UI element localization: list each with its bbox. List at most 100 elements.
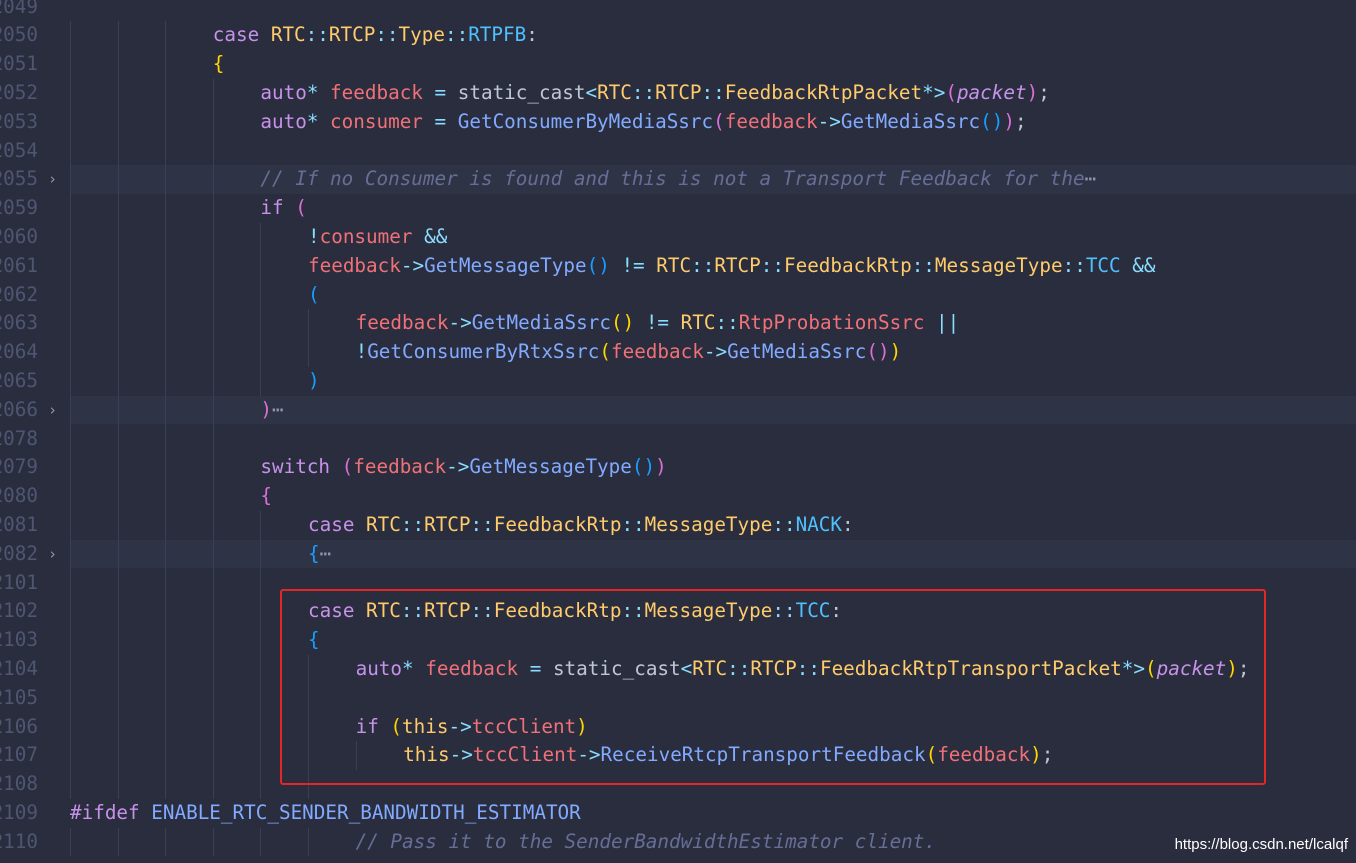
code-token: RTC bbox=[270, 23, 306, 47]
code-token: feedback bbox=[308, 253, 401, 277]
chevron-right-icon[interactable]: › bbox=[48, 540, 57, 569]
code-token: : bbox=[526, 23, 538, 47]
code-line[interactable]: 2063 feedback->GetMediaSsrc() != RTC::Rtp… bbox=[0, 309, 1356, 338]
indent-guide bbox=[260, 510, 262, 799]
code-token: GetMediaSsrc bbox=[471, 311, 611, 335]
code-line[interactable]: 2109 #ifdef ENABLE_RTC_SENDER_BANDWIDTH_E… bbox=[0, 799, 1356, 828]
code-token: -> bbox=[703, 340, 728, 364]
code-line[interactable]: 2052 auto* feedback = static_cast<RTC::RT… bbox=[0, 79, 1356, 108]
code-token: -> bbox=[817, 109, 841, 133]
code-line[interactable]: 2059 if ( bbox=[0, 194, 1356, 223]
indent-guide bbox=[70, 827, 71, 857]
line-number: 2103 bbox=[0, 628, 38, 652]
code-token: ; bbox=[1038, 80, 1050, 104]
line-number: 2082 bbox=[0, 541, 38, 565]
code-token: FeedbackRtpPacket bbox=[724, 80, 923, 104]
code-line[interactable]: 2079 switch (feedback->GetMessageType()) bbox=[0, 453, 1356, 482]
code-token: { bbox=[212, 52, 225, 76]
indent-guide bbox=[212, 827, 214, 857]
code-line[interactable]: 2081 case RTC::RTCP::FeedbackRtp::Message… bbox=[0, 511, 1356, 540]
line-number: 2109 bbox=[0, 800, 38, 824]
code-line[interactable]: 2064!GetConsumerByRtxSsrc(feedback->GetM… bbox=[0, 338, 1356, 367]
folded-line-highlight bbox=[70, 539, 1356, 569]
code-line[interactable]: 2054 bbox=[0, 137, 1356, 166]
code-token: :: bbox=[621, 512, 645, 536]
code-line[interactable]: 2060!consumer && bbox=[0, 223, 1356, 252]
code-token: switch bbox=[260, 455, 331, 479]
code-line[interactable]: 2066›)⋯ bbox=[0, 395, 1356, 425]
line-number: 2054 bbox=[0, 138, 38, 162]
indent-guide bbox=[70, 21, 71, 799]
indent-guide bbox=[260, 222, 262, 396]
line-number: 2064 bbox=[0, 340, 38, 364]
code-token: RTCP bbox=[655, 80, 702, 104]
line-number: 2066 bbox=[0, 397, 38, 421]
code-token: feedback bbox=[353, 455, 447, 479]
line-number: 2063 bbox=[0, 311, 38, 335]
line-number: 2108 bbox=[0, 772, 38, 796]
code-line[interactable]: 2055 › // If no Consumer is found and this… bbox=[0, 165, 1356, 195]
code-token: * bbox=[306, 109, 319, 133]
code-token: ( bbox=[308, 282, 320, 306]
code-token: ENABLE_RTC_SENDER_BANDWIDTH_ESTIMATOR bbox=[151, 800, 581, 824]
code-line[interactable]: 2051 { bbox=[0, 50, 1356, 79]
code-token: FeedbackRtp bbox=[493, 512, 622, 536]
code-token: :: bbox=[470, 512, 494, 536]
code-token: () bbox=[866, 340, 890, 364]
code-line[interactable]: 2110 // Pass it to the SenderBandwidthEst… bbox=[0, 828, 1356, 857]
code-token: GetMediaSsrc bbox=[840, 109, 981, 133]
code-line[interactable]: 2061 feedback->GetMessageType() != RTC::R… bbox=[0, 252, 1356, 281]
code-line[interactable]: 2053 auto* consumer = GetConsumerByMediaS… bbox=[0, 108, 1356, 137]
watermark: https://blog.csdn.net/lcalqf bbox=[1174, 836, 1348, 853]
code-token: ( bbox=[713, 109, 725, 133]
code-token: packet bbox=[956, 80, 1027, 104]
code-token: () bbox=[586, 253, 610, 277]
code-token: if bbox=[260, 196, 284, 220]
code-token: -> bbox=[400, 253, 425, 277]
code-token: RTC bbox=[597, 80, 632, 104]
code-token: || bbox=[936, 311, 960, 335]
code-token: ) bbox=[1003, 109, 1015, 133]
code-token: auto bbox=[260, 109, 307, 133]
code-token: :: bbox=[715, 311, 739, 335]
fold-ellipsis-icon: ⋯ bbox=[1084, 167, 1097, 191]
code-token: ! bbox=[355, 340, 368, 364]
fold-ellipsis-icon: ⋯ bbox=[319, 541, 332, 565]
code-token: TCC bbox=[1085, 253, 1121, 277]
code-token: ; bbox=[1014, 109, 1027, 133]
code-text: { bbox=[213, 50, 225, 79]
code-line[interactable]: 2065) bbox=[0, 367, 1356, 396]
code-token: MessageType bbox=[644, 512, 773, 536]
code-token: :: bbox=[911, 253, 935, 277]
code-token: GetConsumerByMediaSsrc bbox=[457, 109, 714, 133]
code-line[interactable]: 2049 bbox=[0, 0, 1356, 21]
code-token: RTPFB bbox=[468, 23, 527, 47]
code-line[interactable]: 2062 ( bbox=[0, 281, 1356, 310]
code-token: GetConsumerByRtxSsrc bbox=[367, 340, 600, 364]
code-token: ) bbox=[889, 340, 902, 364]
code-line[interactable]: 2050 case RTC::RTCP::Type::RTPFB: bbox=[0, 21, 1356, 50]
code-line[interactable]: 2082 › {⋯ bbox=[0, 539, 1356, 569]
code-line[interactable]: 2080 { bbox=[0, 482, 1356, 511]
code-token: ( bbox=[341, 455, 354, 479]
code-token: :: bbox=[1062, 253, 1086, 277]
chevron-right-icon[interactable]: › bbox=[48, 165, 57, 194]
code-token: :: bbox=[400, 512, 425, 536]
code-token: Type bbox=[398, 23, 445, 47]
code-line[interactable]: 2078 bbox=[0, 425, 1356, 454]
code-token: GetMessageType bbox=[469, 455, 632, 479]
code-token: = bbox=[434, 109, 447, 133]
line-number: 2049 bbox=[0, 0, 38, 18]
code-token: GetMediaSsrc bbox=[727, 340, 867, 364]
code-editor[interactable]: 20492050case RTC::RTCP::Type::RTPFB:2051… bbox=[0, 0, 1356, 863]
indent-guide bbox=[117, 827, 119, 857]
chevron-right-icon[interactable]: › bbox=[48, 396, 57, 425]
